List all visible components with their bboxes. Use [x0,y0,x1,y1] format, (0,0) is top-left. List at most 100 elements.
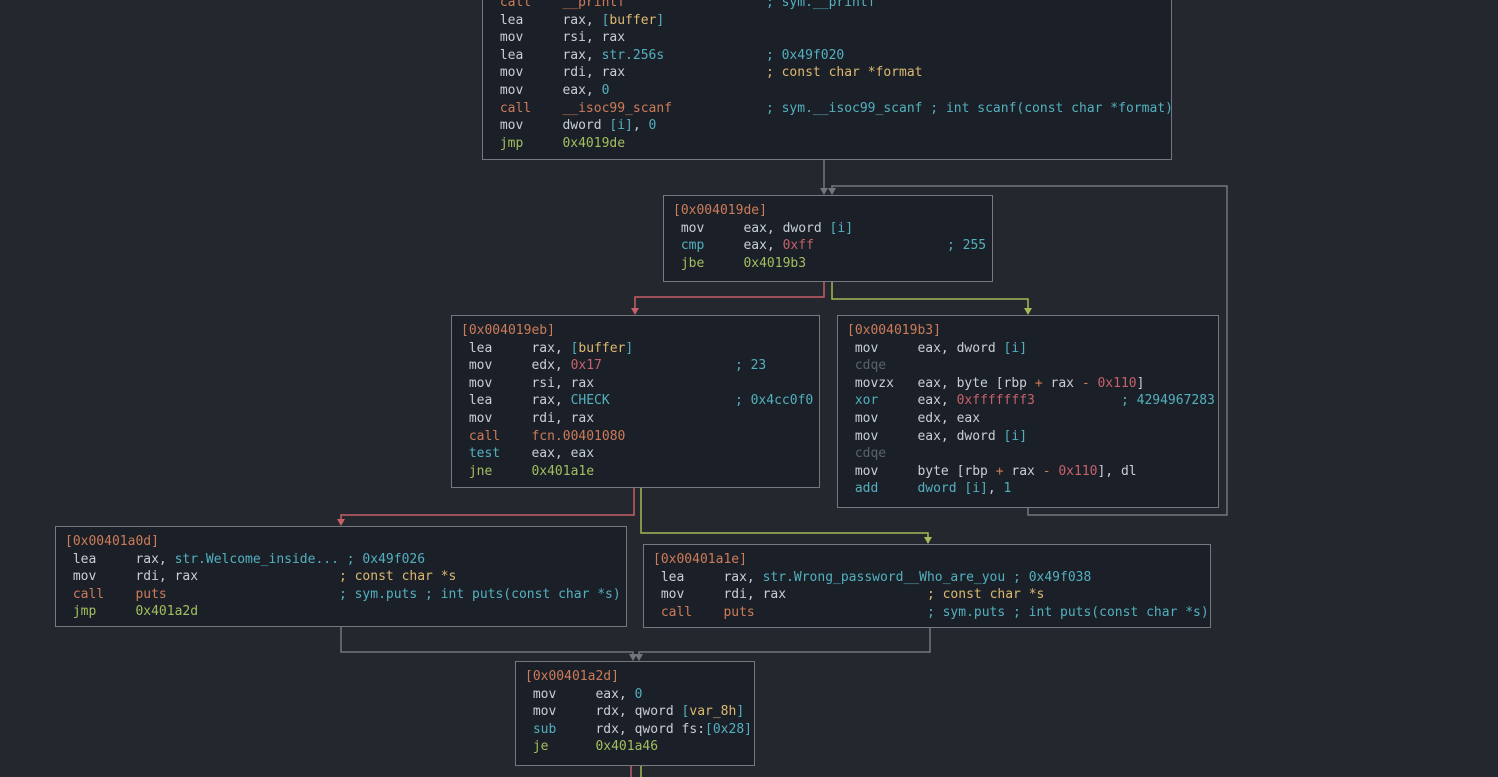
asm-token: je 0x401a46 [525,739,658,754]
asm-line[interactable]: mov rdx, qword [var_8h] [525,703,750,721]
asm-token: mov eax, [525,687,635,702]
asm-token: eax, eax [531,446,594,461]
asm-line[interactable]: mov eax, 0 [525,686,750,704]
asm-token: sub [525,722,595,737]
asm-line[interactable]: lea rax, str.Wrong_password__Who_are_you… [653,569,1206,587]
edge-false-0x4019eb-to-0x401a0d-arrowhead [337,519,345,526]
asm-token: , [633,118,649,133]
asm-line[interactable]: mov edx, eax [847,410,1214,428]
asm-token: ] [1137,376,1145,391]
asm-line[interactable]: test eax, eax [461,445,815,463]
asm-token: buffer [578,341,625,356]
asm-line[interactable]: lea rax, str.Welcome_inside... ; 0x49f02… [65,551,622,569]
asm-line[interactable]: jmp 0x401a2d [65,603,622,621]
asm-token: ; 0x49f038 [1013,570,1091,585]
asm-token: test [461,446,531,461]
asm-line[interactable]: xor eax, 0xfffffff3 ; 4294967283 [847,392,1214,410]
asm-line[interactable]: mov eax, dword [i] [847,428,1214,446]
asm-line[interactable]: sub rdx, qword fs:[0x28] [525,721,750,739]
asm-line[interactable]: lea rax, [buffer] [492,12,1167,30]
asm-line[interactable]: mov rdi, rax ; const char *s [653,586,1206,604]
asm-token: ; 23 [735,358,766,373]
basic-block-0x004019eb[interactable]: [0x004019eb] lea rax, [buffer] mov edx, … [451,315,820,488]
asm-line[interactable]: movzx eax, byte [rbp + rax - 0x110] [847,375,1214,393]
basic-block-0x004019de[interactable]: [0x004019de] mov eax, dword [i] cmp eax,… [663,195,993,282]
asm-token: ; const char *s [927,587,1044,602]
asm-token: mov byte [rbp [847,464,996,479]
asm-token: 0 [602,83,610,98]
basic-block-0x00401a2d[interactable]: [0x00401a2d] mov eax, 0 mov rdx, qword [… [515,661,755,766]
asm-token: [i] [830,221,853,236]
edge-true-0x4019de-to-0x4019b3-arrowhead [1024,308,1032,315]
asm-token: ; const char *format [766,65,923,80]
asm-line[interactable]: cmp eax, 0xff ; 255 [673,237,988,255]
asm-token: cdqe [847,358,886,373]
asm-line[interactable]: lea rax, str.256s ; 0x49f020 [492,47,1167,65]
asm-token [1005,570,1013,585]
asm-token: mov edx, eax [847,411,980,426]
asm-line[interactable]: mov eax, dword [i] [673,220,988,238]
asm-line[interactable]: mov dword [i], 0 [492,117,1167,135]
asm-token [602,358,735,373]
asm-line[interactable]: mov edx, 0x17 ; 23 [461,357,815,375]
asm-line[interactable]: cdqe [847,445,1214,463]
asm-line[interactable]: add dword [i], 1 [847,480,1214,498]
asm-line[interactable]: mov rsi, rax [492,29,1167,47]
asm-line[interactable]: call fcn.00401080 [461,428,815,446]
asm-token: CHECK [571,393,610,408]
asm-token: rax [1043,376,1082,391]
asm-token: , [988,481,1004,496]
asm-token: str.256s [602,48,665,63]
asm-line[interactable]: jne 0x401a1e [461,463,815,481]
basic-block-0x004019b3[interactable]: [0x004019b3] mov eax, dword [i] cdqe mov… [837,315,1219,508]
asm-token: call __printf [492,0,625,10]
basic-block-0x00401a1e[interactable]: [0x00401a1e] lea rax, str.Wrong_password… [643,544,1211,628]
asm-token: mov rsi, rax [461,376,594,391]
asm-line[interactable]: mov rsi, rax [461,375,815,393]
asm-token: mov eax, [492,83,602,98]
asm-line[interactable]: jmp 0x4019de [492,135,1167,153]
asm-token: ] [736,704,744,719]
asm-line[interactable]: mov eax, dword [i] [847,340,1214,358]
asm-token [755,605,927,620]
asm-token: + [1035,376,1043,391]
asm-token: jmp 0x4019de [492,136,625,151]
asm-token: - [1082,376,1090,391]
basic-block-entry-partial[interactable]: call __printf ; sym.__printf lea rax, [b… [482,0,1172,160]
asm-line[interactable]: mov rdi, rax [461,410,815,428]
asm-token: mov eax, dword [847,429,1004,444]
asm-line[interactable]: call puts ; sym.puts ; int puts(const ch… [65,586,622,604]
asm-line[interactable]: mov eax, 0 [492,82,1167,100]
edge-0x401a1e-to-0x401a2d-arrowhead [635,654,643,661]
edge-true-0x4019eb-to-0x401a1e-arrowhead [924,537,932,544]
asm-token: eax, [743,238,782,253]
edge-entry-to-0x4019de-arrowhead [820,188,828,195]
asm-line[interactable]: call __isoc99_scanf ; sym.__isoc99_scanf… [492,100,1167,118]
asm-line[interactable]: mov byte [rbp + rax - 0x110], dl [847,463,1214,481]
asm-token: + [996,464,1004,479]
asm-line[interactable]: cdqe [847,357,1214,375]
asm-line[interactable]: lea rax, CHECK ; 0x4cc0f0 [461,392,815,410]
asm-line[interactable]: mov rdi, rax ; const char *format [492,64,1167,82]
disassembly-graph-canvas[interactable]: call __printf ; sym.__printf lea rax, [b… [0,0,1498,777]
asm-token [625,65,766,80]
asm-line[interactable]: lea rax, [buffer] [461,340,815,358]
asm-token: rdx, qword fs: [595,722,705,737]
asm-token: mov rdi, rax [65,569,198,584]
asm-line[interactable]: jbe 0x4019b3 [673,255,988,273]
asm-token: [i] [1004,429,1027,444]
asm-token: call __isoc99_scanf [492,101,672,116]
asm-token [339,552,347,567]
asm-line[interactable]: je 0x401a46 [525,738,750,756]
asm-line[interactable]: call puts ; sym.puts ; int puts(const ch… [653,604,1206,622]
asm-line[interactable]: mov rdi, rax ; const char *s [65,568,622,586]
asm-token: rax [1004,464,1043,479]
asm-token: xor [847,393,917,408]
asm-token: ; 0x49f026 [347,552,425,567]
asm-token: 0x110 [1058,464,1097,479]
asm-token: lea rax, [653,570,763,585]
asm-line[interactable]: call __printf ; sym.__printf [492,0,1167,12]
basic-block-0x00401a0d[interactable]: [0x00401a0d] lea rax, str.Welcome_inside… [55,526,627,627]
asm-token: lea rax, [461,341,571,356]
asm-token: call puts [65,587,167,602]
